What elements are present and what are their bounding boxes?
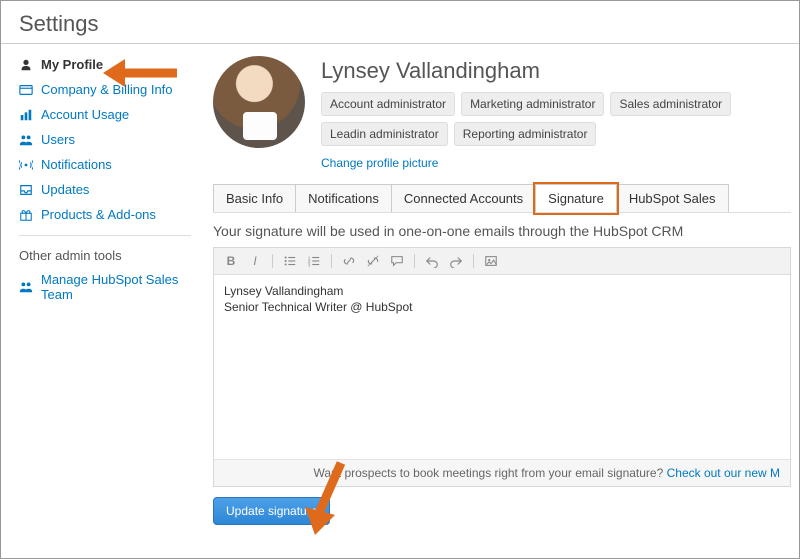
signature-textarea[interactable]: Lynsey Vallandingham Senior Technical Wr… <box>214 275 790 459</box>
toolbar-separator <box>272 254 273 268</box>
sidebar-item-products-addons[interactable]: Products & Add-ons <box>19 202 191 227</box>
page-title: Settings <box>1 1 799 43</box>
redo-icon[interactable] <box>447 252 465 270</box>
person-icon <box>19 58 33 72</box>
settings-sidebar: My Profile Company & Billing Info Accoun… <box>1 52 201 525</box>
role-tag: Account administrator <box>321 92 455 116</box>
toolbar-separator <box>331 254 332 268</box>
signature-line: Senior Technical Writer @ HubSpot <box>224 299 780 315</box>
sidebar-item-label: Company & Billing Info <box>41 82 173 97</box>
editor-footer: Want prospects to book meetings right fr… <box>214 459 790 486</box>
editor-toolbar: B I 123 <box>214 248 790 275</box>
sidebar-item-label: Manage HubSpot Sales Team <box>41 272 191 302</box>
footer-text: Want prospects to book meetings right fr… <box>314 466 667 480</box>
sidebar-item-label: Account Usage <box>41 107 129 122</box>
sidebar-item-users[interactable]: Users <box>19 127 191 152</box>
signature-line: Lynsey Vallandingham <box>224 283 780 299</box>
sidebar-item-label: Users <box>41 132 75 147</box>
bar-chart-icon <box>19 108 33 122</box>
sidebar-item-manage-sales-team[interactable]: Manage HubSpot Sales Team <box>19 267 191 307</box>
gift-icon <box>19 208 33 222</box>
sidebar-item-account-usage[interactable]: Account Usage <box>19 102 191 127</box>
tab-signature[interactable]: Signature <box>535 184 617 212</box>
sidebar-item-my-profile[interactable]: My Profile <box>19 52 191 77</box>
bold-icon[interactable]: B <box>222 252 240 270</box>
sidebar-heading-other-admin: Other admin tools <box>19 244 191 267</box>
tab-hubspot-sales[interactable]: HubSpot Sales <box>616 184 729 212</box>
toolbar-separator <box>414 254 415 268</box>
avatar <box>213 56 305 148</box>
update-signature-button[interactable]: Update signature <box>213 497 330 525</box>
italic-icon[interactable]: I <box>246 252 264 270</box>
role-tag: Reporting administrator <box>454 122 597 146</box>
unlink-icon[interactable] <box>364 252 382 270</box>
role-tag: Marketing administrator <box>461 92 604 116</box>
comment-icon[interactable] <box>388 252 406 270</box>
inbox-icon <box>19 183 33 197</box>
tab-connected-accounts[interactable]: Connected Accounts <box>391 184 536 212</box>
broadcast-icon <box>19 158 33 172</box>
profile-name: Lynsey Vallandingham <box>321 58 791 84</box>
role-tags: Account administrator Marketing administ… <box>321 92 791 146</box>
profile-tabs: Basic Info Notifications Connected Accou… <box>213 184 791 213</box>
card-icon <box>19 83 33 97</box>
users-icon <box>19 280 33 294</box>
sidebar-item-notifications[interactable]: Notifications <box>19 152 191 177</box>
toolbar-separator <box>473 254 474 268</box>
numbered-list-icon[interactable]: 123 <box>305 252 323 270</box>
users-icon <box>19 133 33 147</box>
image-icon[interactable] <box>482 252 500 270</box>
role-tag: Sales administrator <box>610 92 731 116</box>
sidebar-item-company-billing[interactable]: Company & Billing Info <box>19 77 191 102</box>
sidebar-item-label: Products & Add-ons <box>41 207 156 222</box>
sidebar-item-label: My Profile <box>41 57 103 72</box>
sidebar-item-label: Notifications <box>41 157 112 172</box>
bullet-list-icon[interactable] <box>281 252 299 270</box>
main-content: Lynsey Vallandingham Account administrat… <box>201 52 799 525</box>
signature-editor: B I 123 Lynsey Vallandingham Senior Tech… <box>213 247 791 487</box>
change-profile-picture-link[interactable]: Change profile picture <box>321 156 438 170</box>
role-tag: Leadin administrator <box>321 122 448 146</box>
tab-notifications[interactable]: Notifications <box>295 184 392 212</box>
footer-link[interactable]: Check out our new M <box>667 466 780 480</box>
tab-basic-info[interactable]: Basic Info <box>213 184 296 212</box>
sidebar-separator <box>19 235 191 236</box>
sidebar-item-label: Updates <box>41 182 89 197</box>
svg-text:3: 3 <box>308 262 311 267</box>
link-icon[interactable] <box>340 252 358 270</box>
header-divider <box>1 43 799 44</box>
signature-description: Your signature will be used in one-on-on… <box>213 223 791 239</box>
undo-icon[interactable] <box>423 252 441 270</box>
sidebar-item-updates[interactable]: Updates <box>19 177 191 202</box>
